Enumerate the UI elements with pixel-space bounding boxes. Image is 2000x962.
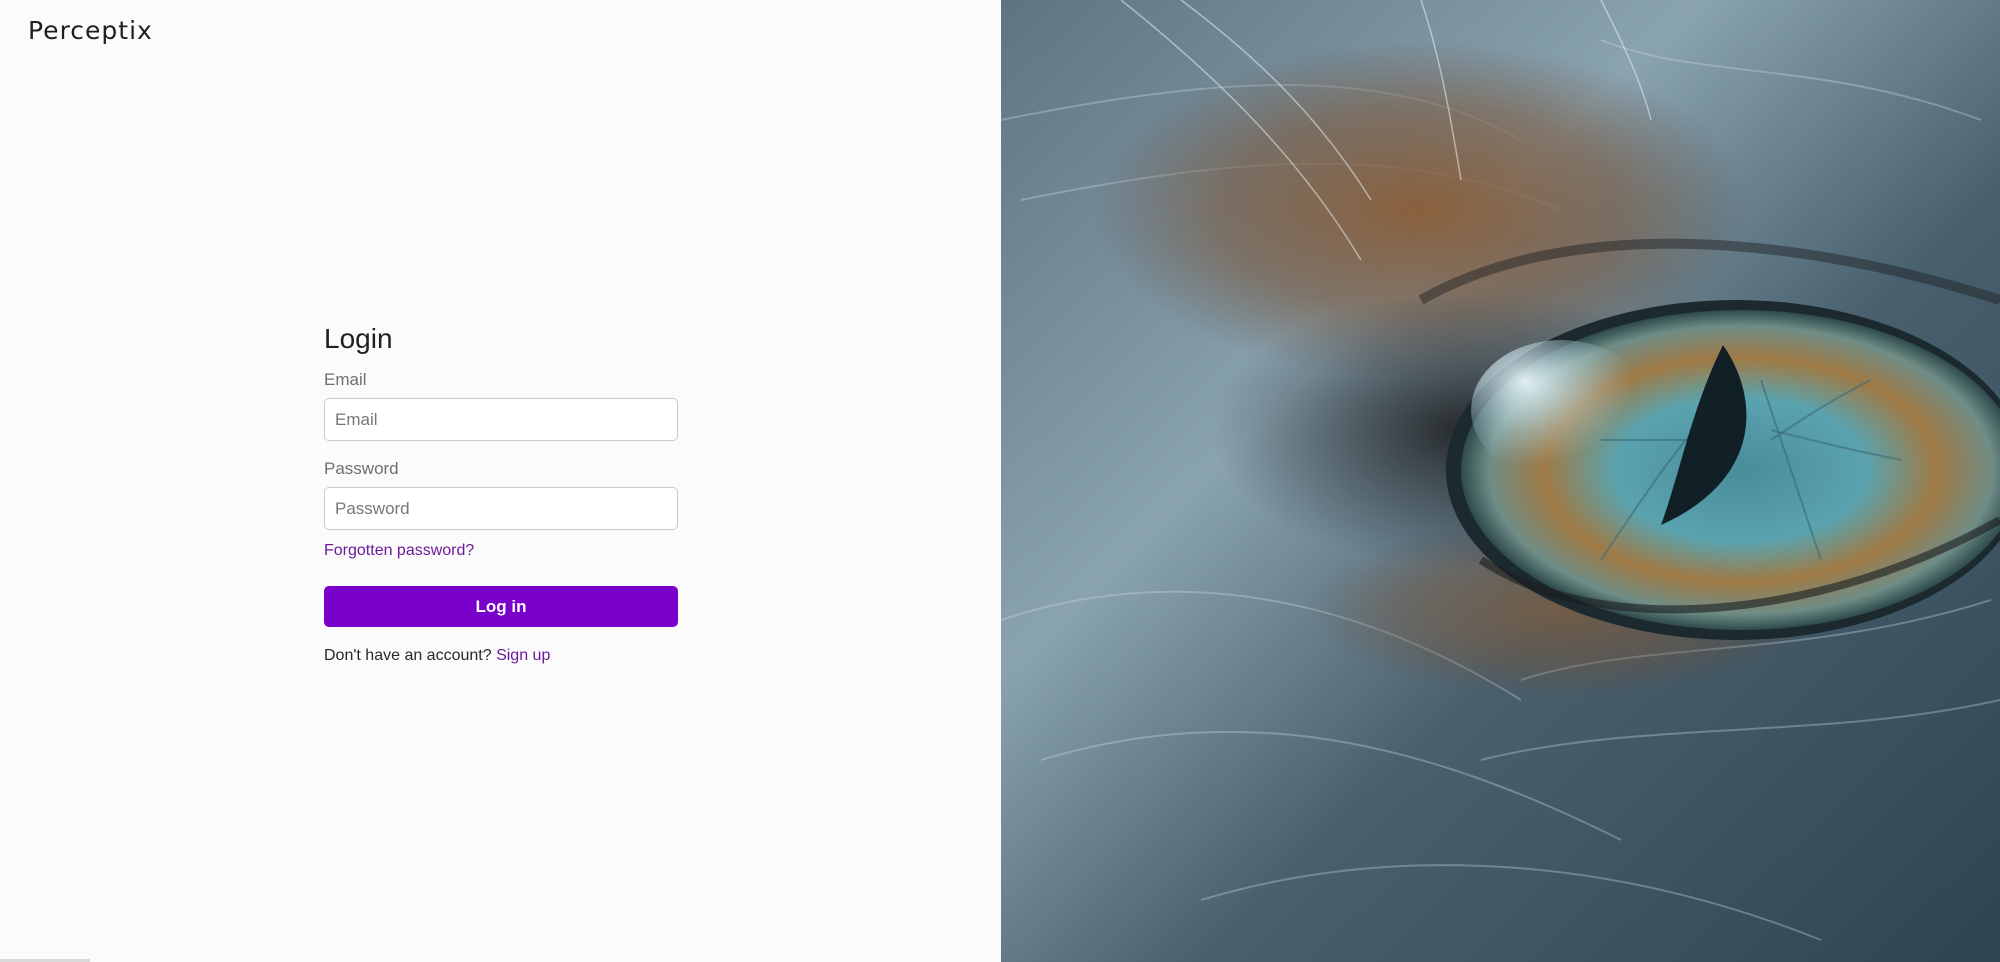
page-title: Login [324,323,393,354]
signup-prompt: Don't have an account? [324,647,492,664]
hero-image [1001,0,2000,962]
login-page: Perceptix Login Email Password Forgotten… [0,0,2000,962]
email-field[interactable] [324,398,678,441]
brand-logo[interactable]: Perceptix [28,16,153,45]
signup-row: Don't have an account? Sign up [324,645,678,667]
password-label: Password [324,459,399,478]
login-form: Login Email Password Forgotten password?… [324,320,678,667]
login-panel: Perceptix Login Email Password Forgotten… [0,0,1001,962]
password-field[interactable] [324,487,678,530]
login-button[interactable]: Log in [324,586,678,627]
email-label: Email [324,370,367,389]
forgot-password-link[interactable]: Forgotten password? [324,540,678,562]
cat-eye-image [1001,0,2000,962]
signup-link[interactable]: Sign up [496,647,550,664]
